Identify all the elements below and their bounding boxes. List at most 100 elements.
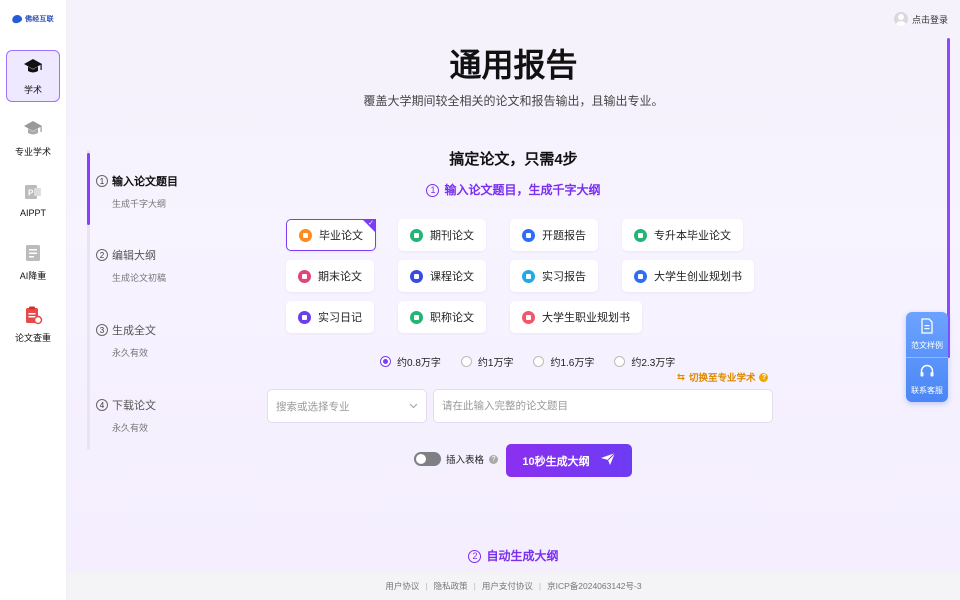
sidebar-item-label: 论文查重 [14, 332, 51, 343]
page-subtitle: 覆盖大学期间较全相关的论文和报告输出，且输出专业。 [363, 94, 664, 108]
paper-type-option[interactable]: 职称论文 [398, 301, 486, 333]
help-icon[interactable]: ? [489, 454, 499, 464]
paper-type-option[interactable]: 期末论文 [286, 260, 374, 292]
step-title: 下载论文 [112, 400, 156, 412]
graduation-cap-icon [23, 119, 43, 139]
paper-type-option[interactable]: 开题报告 [510, 219, 598, 251]
paper-type-icon [410, 269, 423, 283]
major-select[interactable]: 搜索或选择专业 [267, 389, 427, 423]
document-icon [23, 243, 43, 263]
paper-type-option[interactable]: 毕业论文 ✓ [286, 219, 376, 251]
radio[interactable] [460, 356, 472, 367]
swap-icon: ⇆ [677, 371, 685, 383]
divider: | [425, 581, 428, 591]
paper-type-icon [298, 310, 311, 324]
step-subtitle: 永久有效 [112, 348, 149, 358]
switch-to-pro-link[interactable]: ⇆ 切换至专业学术 ? [677, 370, 769, 384]
insert-table-label: 插入表格 [446, 455, 485, 466]
logo-text: 佛经互联 [25, 16, 54, 23]
login-label: 点击登录 [911, 14, 948, 25]
send-icon [600, 452, 616, 469]
sidebar-item-ai-rewrite[interactable]: AI降重 [6, 236, 60, 288]
footer-link-user-agreement[interactable]: 用户协议 [385, 580, 419, 592]
paper-type-option[interactable]: 期刊论文 [398, 219, 486, 251]
logo-mark-icon [11, 13, 23, 25]
sidebar-item-pro-academic[interactable]: 专业学术 [6, 112, 60, 164]
paper-type-option[interactable]: 专升本毕业论文 [622, 219, 743, 251]
presentation-icon: P [23, 182, 43, 202]
footer-link-privacy[interactable]: 隐私政策 [434, 580, 468, 592]
sidebar-item-label: AI降重 [19, 270, 47, 281]
step-title: 生成全文 [112, 325, 156, 337]
word-count-option[interactable]: 约1万字 [460, 354, 513, 369]
sample-papers-button[interactable]: 范文样例 [906, 312, 948, 357]
paper-type-icon [634, 228, 647, 242]
step-2[interactable]: 2 编辑大纲 生成论文初稿 [96, 247, 166, 284]
sidebar-item-academic[interactable]: 学术 [6, 50, 60, 102]
chevron-down-icon [409, 400, 418, 412]
paper-type-icon [522, 310, 535, 324]
next-step-label: 2 自动生成大纲 [67, 547, 960, 564]
paper-type-option[interactable]: 实习报告 [510, 260, 598, 292]
check-icon: ✓ [368, 220, 374, 227]
footer-link-icp[interactable]: 京ICP备2024063142号-3 [547, 580, 642, 592]
section-heading: 搞定论文，只需4步 [449, 151, 578, 168]
footer-link-payment-agreement[interactable]: 用户支付协议 [482, 580, 533, 592]
paper-type-option[interactable]: 课程论文 [398, 260, 486, 292]
step-3[interactable]: 3 生成全文 永久有效 [96, 322, 156, 359]
sidebar-item-aippt[interactable]: P AIPPT [6, 174, 60, 226]
step-subtitle: 生成论文初稿 [112, 273, 167, 283]
step-number: 4 [96, 399, 108, 411]
report-check-icon [23, 305, 43, 325]
sidebar-item-label: 专业学术 [14, 146, 51, 157]
divider: | [473, 581, 476, 591]
headset-icon [919, 364, 935, 381]
contact-support-button[interactable]: 联系客服 [906, 357, 948, 402]
paper-type-option[interactable]: 大学生职业规划书 [510, 301, 642, 333]
insert-table-option: 插入表格 ? [414, 452, 499, 466]
word-count-option[interactable]: 约1.6万字 [533, 354, 594, 369]
paper-type-icon [634, 269, 647, 283]
paper-type-icon [410, 228, 423, 242]
footer: 用户协议 | 隐私政策 | 用户支付协议 | 京ICP备2024063142号-3 [67, 572, 960, 600]
document-icon [920, 318, 934, 336]
step-subtitle: 永久有效 [112, 423, 149, 433]
login-button[interactable]: 点击登录 [893, 12, 948, 26]
step-number: 2 [468, 549, 482, 563]
scrollbar[interactable] [947, 38, 950, 358]
sidebar: 佛经互联 学术 专业学术 P AIPPT AI降重 论文查重 [0, 0, 67, 600]
sidebar-item-label: 学术 [23, 84, 42, 95]
insert-table-toggle[interactable] [414, 452, 441, 466]
generate-outline-button[interactable]: 10秒生成大纲 [506, 444, 632, 477]
sidebar-item-label: AIPPT [19, 208, 46, 218]
paper-type-icon [298, 269, 311, 283]
sidebar-item-plagiarism-check[interactable]: 论文查重 [6, 298, 60, 350]
step-number: 1 [426, 183, 440, 197]
paper-type-option[interactable]: 实习日记 [286, 301, 374, 333]
radio-selected[interactable] [380, 356, 391, 367]
step-subtitle: 生成千字大纲 [112, 199, 167, 209]
paper-type-option[interactable]: 大学生创业规划书 [622, 260, 754, 292]
brand-logo[interactable]: 佛经互联 [11, 13, 54, 25]
radio[interactable] [614, 356, 626, 367]
paper-type-icon [522, 269, 535, 283]
graduation-cap-icon [23, 57, 43, 77]
step-number: 3 [96, 324, 108, 336]
word-count-option[interactable]: 约2.3万字 [614, 354, 675, 369]
paper-type-icon [299, 228, 312, 242]
topic-input[interactable] [433, 389, 773, 423]
section-step-label: 1 输入论文题目，生成千字大纲 [67, 181, 960, 198]
avatar-icon [893, 12, 908, 26]
step-number: 2 [96, 249, 108, 261]
floating-panel: 范文样例 联系客服 [906, 312, 948, 402]
word-count-group: 约0.8万字 约1万字 约1.6万字 约2.3万字 [380, 354, 695, 369]
step-4[interactable]: 4 下载论文 永久有效 [96, 397, 156, 434]
help-icon[interactable]: ? [759, 372, 769, 382]
radio[interactable] [533, 356, 545, 367]
step-title: 编辑大纲 [112, 250, 156, 262]
main-content: 点击登录 通用报告 覆盖大学期间较全相关的论文和报告输出，且输出专业。 1 输入论… [67, 0, 960, 572]
word-count-option[interactable]: 约0.8万字 [380, 354, 441, 369]
paper-type-icon [410, 310, 423, 324]
paper-type-icon [522, 228, 535, 242]
divider: | [538, 581, 542, 591]
